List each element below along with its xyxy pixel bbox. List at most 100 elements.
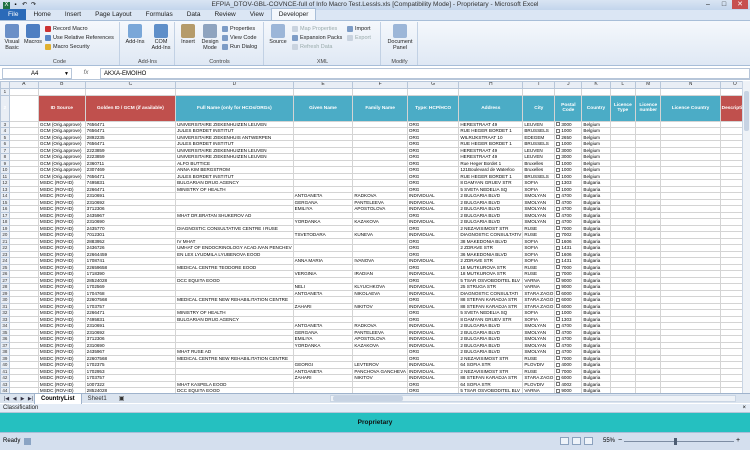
select-all-corner[interactable] bbox=[0, 81, 10, 89]
cell[interactable]: GCM (Orig.approve) bbox=[37, 159, 86, 167]
cell[interactable]: DIAGNOSTIC CONSULTATIVE CENTRE I RUSE bbox=[175, 224, 294, 232]
tab-formulas[interactable]: Formulas bbox=[139, 9, 180, 20]
column-header-cell[interactable]: Licence Country bbox=[660, 94, 721, 122]
first-sheet-icon[interactable]: |◀ bbox=[3, 396, 10, 402]
design-mode-button[interactable]: Design Mode bbox=[200, 24, 220, 51]
cell[interactable]: GCM (Orig.approve) bbox=[37, 140, 86, 148]
name-box[interactable]: A4 ▼ bbox=[2, 67, 72, 79]
cell[interactable]: GCM (Orig.approve) bbox=[37, 172, 86, 180]
column-header-cell[interactable]: City bbox=[522, 94, 556, 122]
horizontal-scrollbar[interactable] bbox=[330, 395, 736, 402]
cell[interactable]: GCM (Orig.approve) bbox=[37, 153, 86, 161]
column-header-f[interactable]: F bbox=[352, 81, 408, 89]
cell[interactable]: STARA ZAGO bbox=[522, 289, 556, 297]
cell[interactable] bbox=[8, 94, 39, 122]
new-sheet-icon[interactable]: ▣ bbox=[113, 394, 131, 404]
column-header-e[interactable]: E bbox=[292, 81, 354, 89]
import-button[interactable]: Import bbox=[347, 25, 371, 33]
page-layout-view-button[interactable] bbox=[572, 437, 581, 445]
tab-page-layout[interactable]: Page Layout bbox=[88, 9, 139, 20]
xml-source-button[interactable]: Source bbox=[267, 24, 289, 45]
tab-data[interactable]: Data bbox=[180, 9, 208, 20]
column-header-a[interactable]: A bbox=[8, 81, 39, 89]
zoom-slider-handle[interactable] bbox=[674, 438, 677, 445]
cell[interactable]: GCM (Orig.approve) bbox=[37, 127, 86, 135]
cell[interactable]: DIAGNOSTIC CONSULTATIV bbox=[458, 231, 524, 239]
map-properties-button[interactable]: Map Properties bbox=[292, 25, 337, 33]
column-header-k[interactable]: K bbox=[581, 81, 611, 89]
next-sheet-icon[interactable]: ▶ bbox=[19, 396, 26, 402]
column-header-c[interactable]: C bbox=[84, 81, 177, 89]
row-header[interactable]: 2 bbox=[0, 94, 10, 122]
column-header-cell[interactable]: Licence Type bbox=[609, 94, 637, 122]
column-header-cell[interactable]: Full Name (only for HCOs/ORGs) bbox=[175, 94, 294, 122]
use-relative-references-button[interactable]: Use Relative References bbox=[45, 34, 114, 42]
cell[interactable]: MEDICAL CENTRE NEW REHABILITATION CENTRE bbox=[175, 354, 294, 362]
tab-home[interactable]: Home bbox=[26, 9, 57, 20]
column-header-cell[interactable]: Type: HCP/HCO bbox=[406, 94, 460, 122]
macros-button[interactable]: Macros bbox=[24, 24, 42, 45]
column-header-cell[interactable]: ID Source bbox=[37, 94, 86, 122]
column-header-l[interactable]: L bbox=[609, 81, 637, 89]
sheet-tab-countrylist[interactable]: CountryList bbox=[34, 393, 82, 404]
macro-security-button[interactable]: Macro Security bbox=[45, 43, 90, 51]
cell[interactable]: GCM (Orig.approve) bbox=[37, 166, 86, 174]
column-header-cell[interactable]: Licence number bbox=[635, 94, 662, 122]
column-header-cell[interactable]: Country bbox=[581, 94, 611, 122]
expansion-packs-button[interactable]: Expansion Packs bbox=[292, 34, 342, 42]
cell[interactable]: GCM (Orig.approve) bbox=[37, 120, 86, 128]
properties-button[interactable]: Properties bbox=[222, 25, 255, 33]
cell[interactable]: UMHAT OF ENDOCRINOLOGY ACAD.IVAN PENCHEV bbox=[175, 244, 294, 252]
tab-view[interactable]: View bbox=[243, 9, 271, 20]
cell[interactable]: 5 TSAR OSVOBODITEL BLV bbox=[458, 276, 524, 284]
cell[interactable]: DIAGNOSTIC CONSULTATI bbox=[458, 289, 524, 297]
com-add-ins-button[interactable]: COM Add-Ins bbox=[149, 24, 173, 51]
cell[interactable]: GCM (Orig.approve) bbox=[37, 146, 86, 154]
visual-basic-button[interactable]: Visual Basic bbox=[2, 24, 22, 51]
zoom-slider[interactable] bbox=[624, 438, 734, 445]
previous-sheet-icon[interactable]: ◀ bbox=[11, 396, 18, 402]
refresh-data-button[interactable]: Refresh Data bbox=[292, 43, 332, 51]
record-macro-button[interactable]: Record Macro bbox=[45, 25, 88, 33]
export-button[interactable]: Export bbox=[347, 34, 371, 42]
column-header-h[interactable]: H bbox=[458, 81, 524, 89]
tab-review[interactable]: Review bbox=[207, 9, 242, 20]
insert-function-icon[interactable]: fx bbox=[72, 70, 100, 76]
normal-view-button[interactable] bbox=[560, 437, 569, 445]
sheet-tab-sheet1[interactable]: Sheet1 bbox=[82, 394, 113, 404]
column-header-g[interactable]: G bbox=[406, 81, 460, 89]
macro-record-icon[interactable] bbox=[24, 438, 31, 445]
cell[interactable]: PANCHOVA GANCHEVA bbox=[352, 367, 408, 375]
run-dialog-button[interactable]: Run Dialog bbox=[222, 43, 257, 51]
cell[interactable]: 88 STEFAN KARADJA STR bbox=[458, 374, 524, 382]
cell[interactable]: 121Boulevard de Waterloo bbox=[458, 166, 524, 174]
worksheet-grid[interactable]: ABCDEFGHIJKLMNO 1 2 ID Source Golden ID / G… bbox=[0, 81, 750, 393]
view-code-button[interactable]: View Code bbox=[222, 34, 257, 42]
column-header-d[interactable]: D bbox=[175, 81, 294, 89]
tab-insert[interactable]: Insert bbox=[58, 9, 88, 20]
close-icon[interactable]: × bbox=[742, 404, 746, 413]
cell[interactable]: 88 STEFAN KARADJA STR bbox=[458, 302, 524, 310]
column-header-i[interactable]: I bbox=[522, 81, 556, 89]
column-header-cell[interactable]: Family Name bbox=[352, 94, 408, 122]
column-header-b[interactable]: B bbox=[37, 81, 86, 89]
add-ins-button[interactable]: Add-Ins bbox=[124, 24, 146, 45]
document-panel-button[interactable]: Document Panel bbox=[384, 24, 416, 51]
column-header-n[interactable]: N bbox=[660, 81, 721, 89]
cell[interactable]: STARA ZAGO bbox=[522, 296, 556, 304]
tab-file[interactable]: File bbox=[0, 9, 27, 20]
column-header-cell[interactable]: Golden ID / GCM (if available) bbox=[84, 94, 177, 122]
cell[interactable]: STARA ZAGO bbox=[522, 302, 556, 310]
cell[interactable]: 88 STEFAN KARADJA STR bbox=[458, 296, 524, 304]
chevron-down-icon[interactable]: ▼ bbox=[64, 69, 69, 79]
cell[interactable]: MEDICAL CENTRE NEW REHABILITATION CENTRE bbox=[175, 296, 294, 304]
cell[interactable]: GCM (Orig.approve) bbox=[37, 133, 86, 141]
close-button[interactable]: ✕ bbox=[732, 0, 748, 9]
zoom-level[interactable]: 55% bbox=[603, 438, 615, 444]
vertical-scroll-thumb[interactable] bbox=[744, 91, 749, 131]
column-header-m[interactable]: M bbox=[635, 81, 662, 89]
tab-developer[interactable]: Developer bbox=[270, 8, 317, 20]
vertical-scrollbar[interactable] bbox=[742, 81, 750, 393]
last-sheet-icon[interactable]: ▶| bbox=[27, 396, 34, 402]
maximize-button[interactable]: □ bbox=[716, 0, 732, 9]
